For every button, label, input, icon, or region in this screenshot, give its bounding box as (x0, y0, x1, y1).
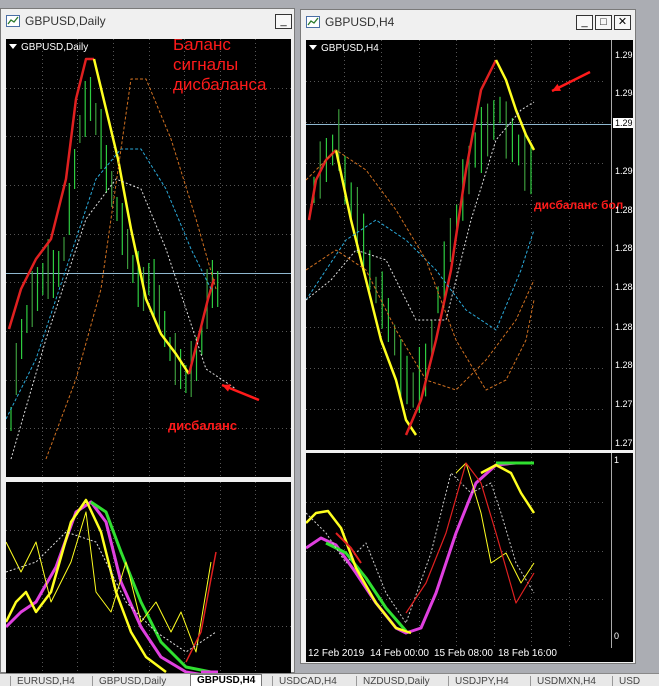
trend-line-yellow (494, 59, 536, 151)
close-button[interactable]: ✕ (614, 14, 631, 30)
oscillator-red (405, 462, 535, 614)
price-axis-label: 1.2825 (615, 322, 633, 332)
left-symbol-label: GBPUSD,Daily (9, 42, 88, 53)
time-label: 14 Feb 00:00 (370, 648, 429, 659)
right-window-titlebar[interactable]: GBPUSD,H4 _ □ ✕ (301, 10, 635, 34)
left-window-title: GBPUSD,Daily (25, 14, 106, 28)
time-label: 15 Feb 08:00 (434, 648, 493, 659)
price-axis-label: 1.2885 (615, 205, 633, 215)
maximize-button[interactable]: □ (595, 14, 612, 30)
trend-line-red (187, 278, 216, 375)
left-window-titlebar[interactable]: GBPUSD,Daily _ (1, 9, 294, 33)
price-axis-label: 1.2965 (615, 50, 633, 60)
dropdown-triangle-icon (9, 44, 17, 49)
oscillator-yellow (306, 509, 412, 635)
right-window-title: GBPUSD,H4 (325, 15, 395, 29)
price-axis-label: 1.2905 (615, 166, 633, 176)
minimize-button[interactable]: _ (576, 14, 593, 30)
price-axis-label: 1.2805 (615, 360, 633, 370)
time-label: 18 Feb 16:00 (498, 648, 557, 659)
chart-icon (306, 16, 320, 28)
right-symbol-label: GBPUSD,H4 (309, 43, 379, 54)
indicator-min-label: 0 (614, 631, 620, 641)
minimize-button[interactable]: _ (275, 13, 292, 29)
left-price-chart (6, 39, 291, 477)
right-main-chart-pane[interactable]: GBPUSD,H4 дисбаланс бол 1.2965 1.2945 1.29… (306, 40, 633, 450)
left-chart-window[interactable]: GBPUSD,Daily _ GBPUSD,Daily Баланс сигна… (0, 8, 295, 674)
moving-average-white (306, 101, 535, 321)
trend-line-red (307, 149, 337, 221)
trend-line-red (7, 57, 94, 330)
chart-icon (6, 15, 20, 27)
right-oscillator-chart (306, 453, 612, 648)
right-price-chart (306, 40, 612, 450)
price-axis-label: 1.2865 (615, 243, 633, 253)
left-main-chart-pane[interactable]: GBPUSD,Daily Баланс сигналы дисбаланса д… (6, 39, 291, 477)
price-axis-label: 1.2945 (615, 88, 633, 98)
price-axis-label: 1.2845 (615, 282, 633, 292)
time-label: 12 Feb 2019 (308, 648, 365, 659)
left-annotation-imbalance: дисбаланс (168, 418, 238, 433)
price-axis-label: 1.2785 (615, 399, 633, 409)
tab-gbpusd-h4[interactable]: GBPUSD,H4 (190, 674, 263, 686)
current-price-label: 1.2928 (613, 118, 633, 128)
indicator-max-label: 1 (614, 455, 620, 465)
trend-line-yellow (92, 58, 191, 375)
left-indicator-pane[interactable] (6, 482, 291, 674)
left-oscillator-chart (6, 482, 291, 674)
dropdown-triangle-icon (309, 45, 317, 50)
right-chart-window[interactable]: GBPUSD,H4 _ □ ✕ GBPUSD,H4 дисбаланс бол … (300, 9, 636, 664)
chart-tabs-bar: EURUSD,H4 GBPUSD,Daily GBPUSD,H4 USDCAD,H4 N… (0, 673, 659, 686)
time-axis: 12 Feb 2019 14 Feb 00:00 15 Feb 08:00 18… (306, 648, 633, 662)
right-annotation-imbalance: дисбаланс бол (534, 198, 624, 212)
oscillator-yellow (6, 498, 167, 673)
left-annotation-title: Баланс сигналы дисбаланса (173, 39, 267, 94)
right-indicator-pane[interactable]: 1 0 (306, 453, 633, 648)
price-axis-label: 1.2765 (615, 438, 633, 448)
oscillator-red (185, 551, 217, 663)
